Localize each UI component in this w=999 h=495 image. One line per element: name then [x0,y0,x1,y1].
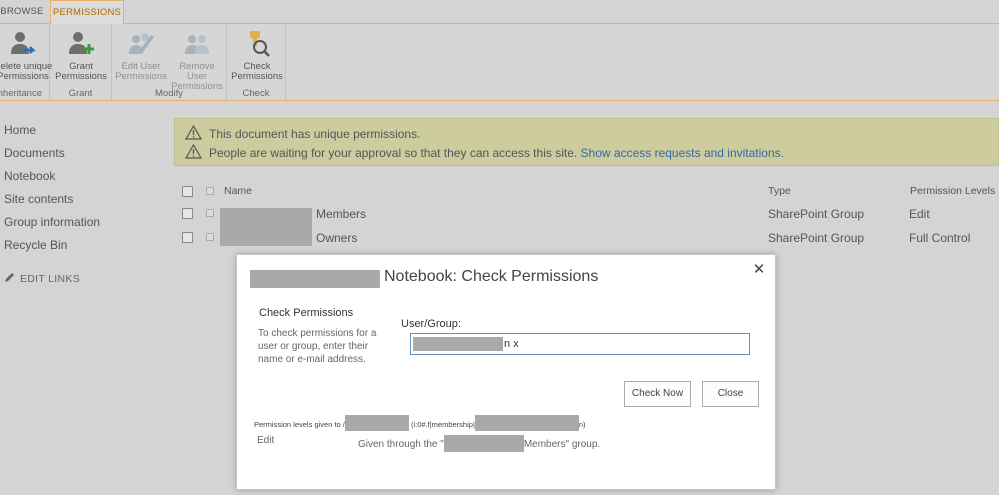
redacted-user-name [344,415,409,431]
grant-permissions-button[interactable]: Grant Permissions [52,28,110,82]
result-heading: Permission levels given to / (i:0#.f|mem… [254,415,586,431]
permission-level: Edit [909,207,930,221]
edit-links-button[interactable]: EDIT LINKS [4,272,80,285]
edit-user-permissions-button[interactable]: Edit User Permissions [114,28,168,82]
nav-item-notebook[interactable]: Notebook [4,168,100,191]
result-given-prefix: Given through the " [358,439,444,450]
ribbon-tab-bar: BROWSE PERMISSIONS [0,0,999,25]
column-header-type[interactable]: Type [768,185,791,197]
show-access-requests-link[interactable]: Show access requests and invitations. [581,146,784,160]
redacted-group-name [443,435,524,452]
table-header: Name Type Permission Levels [174,183,999,201]
ribbon-group-modify: Edit User Permissions Remove User Permis… [112,24,227,101]
left-navigation: Home Documents Notebook Site contents Gr… [4,122,100,260]
result-level: Edit [257,435,275,446]
delete-permissions-icon [11,32,36,54]
ribbon-group-label: Grant [68,88,93,99]
nav-item-site-contents[interactable]: Site contents [4,191,100,214]
user-group-input-value: n x [504,338,519,350]
table-row[interactable]: Owners SharePoint Group Full Control [174,224,999,248]
user-group-label: User/Group: [401,318,461,330]
close-icon[interactable]: ✕ [751,262,767,278]
ribbon-group-label: Check [242,88,270,99]
result-middle: (i:0#.f|membership| [410,420,475,429]
ribbon-group-label: Inheritance [0,88,42,99]
tab-browse[interactable]: BROWSE [0,0,44,24]
check-permissions-line2: Permissions [231,71,283,82]
header-item-checkbox[interactable] [206,187,214,195]
status-approval-message: People are waiting for your approval so … [209,146,784,160]
ribbon: Delete unique Permissions Inheritance Gr… [0,24,999,101]
grant-permissions-line2: Permissions [55,71,107,82]
remove-user-permissions-line1: Remove User [179,61,215,82]
row-checkbox[interactable] [182,208,193,219]
row-item-checkbox[interactable] [206,233,214,241]
tab-permissions[interactable]: PERMISSIONS [50,0,124,25]
permission-level: Full Control [909,231,971,245]
group-type: SharePoint Group [768,207,865,221]
select-all-checkbox[interactable] [182,186,193,197]
row-item-checkbox[interactable] [206,209,214,217]
group-name-owners[interactable]: Owners [316,231,357,245]
redacted-user [413,337,503,351]
warning-icon [185,125,202,140]
remove-user-permissions-button[interactable]: Remove User Permissions [168,28,226,92]
ribbon-group-inheritance: Delete unique Permissions Inheritance [0,24,52,101]
dialog-title: Notebook: Check Permissions [384,268,599,285]
edit-links-label: EDIT LINKS [20,273,80,285]
pencil-icon [5,273,14,282]
result-given-suffix: Members" group. [523,439,601,450]
status-bar: This document has unique permissions. Pe… [174,118,999,166]
table-row[interactable]: Members SharePoint Group Edit [174,206,999,230]
nav-item-group-information[interactable]: Group information [4,214,100,237]
redacted-login [474,415,579,431]
check-permissions-icon [250,31,270,57]
group-type: SharePoint Group [768,231,865,245]
column-header-name[interactable]: Name [224,185,252,197]
result-given-through: Given through the " Members" group. [358,435,600,452]
nav-item-documents[interactable]: Documents [4,145,100,168]
remove-user-permissions-icon [185,35,209,54]
check-now-button[interactable]: Check Now [624,381,691,407]
user-group-input[interactable]: n x [410,333,750,355]
column-header-permission-levels[interactable]: Permission Levels [910,185,995,197]
section-description: To check permissions for a user or group… [258,328,377,365]
section-title: Check Permissions [259,307,354,319]
delete-permissions-line2: Permissions [0,71,49,82]
result-prefix: Permission levels given to / [254,420,345,429]
close-button[interactable]: Close [702,381,759,407]
group-name-members[interactable]: Members [316,207,366,221]
edit-user-permissions-line2: Permissions [115,71,167,82]
nav-item-home[interactable]: Home [4,122,100,145]
grant-permissions-icon [69,32,94,54]
edit-user-permissions-icon [129,33,154,54]
check-permissions-button[interactable]: Check Permissions [229,28,285,82]
ribbon-group-check: Check Permissions Check [227,24,286,101]
redacted-name [220,224,312,246]
redacted-site-name [250,270,380,288]
status-approval-text: People are waiting for your approval so … [209,146,578,160]
status-unique-permissions: This document has unique permissions. [209,127,421,141]
row-checkbox[interactable] [182,232,193,243]
nav-item-recycle-bin[interactable]: Recycle Bin [4,237,100,260]
result-suffix: n) [578,420,586,429]
warning-icon [185,144,202,159]
check-permissions-dialog: Notebook: Check Permissions ✕ Check Perm… [236,254,776,490]
ribbon-group-grant: Grant Permissions Grant [50,24,112,101]
ribbon-group-label: Modify [155,88,183,99]
